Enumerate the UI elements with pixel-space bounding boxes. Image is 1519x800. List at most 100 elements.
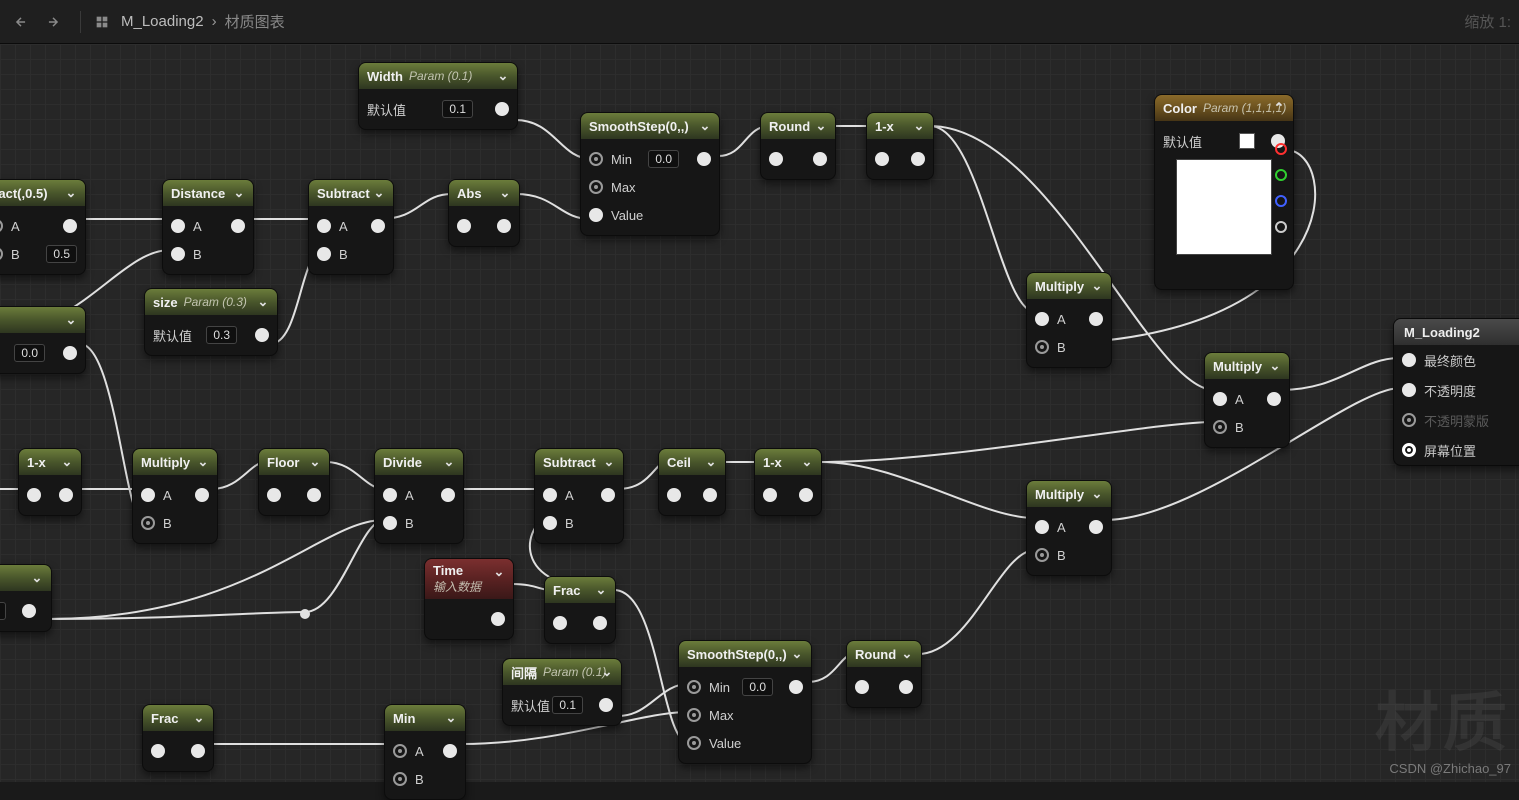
chevron-down-icon[interactable]: ⌄ [255, 294, 271, 310]
pin-out[interactable] [497, 219, 511, 233]
node-subtract-1[interactable]: Subtract⌄ A B [308, 179, 394, 275]
color-swatch[interactable] [1239, 133, 1255, 149]
pin-in[interactable] [553, 616, 567, 630]
pin-in-a[interactable] [1035, 520, 1049, 534]
pin-in-b[interactable] [393, 772, 407, 786]
node-tract[interactable]: tract(,0.5)⌄ A B0.5 [0, 179, 86, 275]
nav-forward-button[interactable] [40, 9, 66, 35]
node-interval-param[interactable]: 间隔Param (0.1)⌄ 默认值0.1 [502, 658, 622, 726]
chevron-down-icon[interactable]: ⌄ [63, 185, 79, 201]
pin-out[interactable] [191, 744, 205, 758]
chevron-down-icon[interactable]: ⌄ [1089, 278, 1105, 294]
pin-in[interactable] [763, 488, 777, 502]
chevron-down-icon[interactable]: ⌄ [231, 185, 247, 201]
value-field[interactable]: 0.1 [552, 696, 583, 714]
pin-out[interactable] [63, 219, 77, 233]
pin-out[interactable] [601, 488, 615, 502]
pin-in[interactable] [457, 219, 471, 233]
chevron-down-icon[interactable]: ⌄ [59, 454, 75, 470]
node-oneminus-2[interactable]: 1-x⌄ [18, 448, 82, 516]
color-preview[interactable] [1176, 159, 1272, 255]
breadcrumb[interactable]: M_Loading2 › 材质图表 [121, 11, 285, 32]
chevron-down-icon[interactable]: ⌄ [1267, 358, 1283, 374]
pin-out[interactable] [593, 616, 607, 630]
pin-in-min[interactable] [589, 152, 603, 166]
node-multiply-right[interactable]: Multiply⌄ A B [1204, 352, 1290, 448]
pin-out[interactable] [599, 698, 613, 712]
pin-in-opacity[interactable] [1402, 383, 1416, 397]
pin-in-a[interactable] [317, 219, 331, 233]
pin-in[interactable] [267, 488, 281, 502]
node-smoothstep-2[interactable]: SmoothStep(0,,)⌄ Min0.0 Max Value [678, 640, 812, 764]
node-abs[interactable]: Abs⌄ [448, 179, 520, 247]
chevron-up-icon[interactable]: ⌃ [1271, 100, 1287, 116]
pin-in-value[interactable] [687, 736, 701, 750]
chevron-down-icon[interactable]: ⌄ [441, 454, 457, 470]
pin-in[interactable] [27, 488, 41, 502]
node-multiply-mid[interactable]: Multiply⌄ A B [132, 448, 218, 544]
pin-in-a[interactable] [0, 219, 3, 233]
pin-in-b[interactable] [543, 516, 557, 530]
value-field[interactable]: 12.0 [0, 602, 6, 620]
pin-out[interactable] [22, 604, 36, 618]
pin-out[interactable] [1089, 312, 1103, 326]
chevron-down-icon[interactable]: ⌄ [703, 454, 719, 470]
pin-in-value[interactable] [589, 208, 603, 222]
pin-in-b[interactable] [141, 516, 155, 530]
pin-in-b[interactable] [1213, 420, 1227, 434]
pin-out[interactable] [899, 680, 913, 694]
pin-in-min[interactable] [687, 680, 701, 694]
chevron-down-icon[interactable]: ⌄ [899, 646, 915, 662]
pin-in-b[interactable] [317, 247, 331, 261]
node-divide[interactable]: Divide⌄ A B [374, 448, 464, 544]
pin-in-a[interactable] [383, 488, 397, 502]
node-frac[interactable]: Frac⌄ [544, 576, 616, 644]
nav-back-button[interactable] [8, 9, 34, 35]
pin-in-a[interactable] [393, 744, 407, 758]
pin-out[interactable] [59, 488, 73, 502]
node-color-param[interactable]: ColorParam (1,1,1,1)⌃ 默认值 [1154, 94, 1294, 290]
pin-out[interactable] [789, 680, 803, 694]
pin-in[interactable] [875, 152, 889, 166]
chevron-down-icon[interactable]: ⌄ [371, 185, 387, 201]
pin-out[interactable] [813, 152, 827, 166]
node-round-2[interactable]: Round⌄ [846, 640, 922, 708]
pin-out[interactable] [195, 488, 209, 502]
chevron-down-icon[interactable]: ⌄ [601, 454, 617, 470]
chevron-down-icon[interactable]: ⌄ [813, 118, 829, 134]
value-field[interactable]: 0.0 [648, 150, 679, 168]
pin-in[interactable] [151, 744, 165, 758]
pin-out[interactable] [799, 488, 813, 502]
chevron-down-icon[interactable]: ⌄ [29, 570, 45, 586]
chevron-down-icon[interactable]: ⌄ [491, 564, 507, 580]
chevron-down-icon[interactable]: ⌄ [307, 454, 323, 470]
value-field[interactable]: 0.1 [442, 100, 473, 118]
pin-out-b[interactable] [1275, 195, 1287, 207]
node-multiply-top[interactable]: Multiply⌄ A B [1026, 272, 1112, 368]
pin-in-screenpos[interactable] [1402, 443, 1416, 457]
node-ceil[interactable]: Ceil⌄ [658, 448, 726, 516]
pin-out[interactable] [1089, 520, 1103, 534]
pin-in-b[interactable] [171, 247, 185, 261]
pin-in-b[interactable] [1035, 548, 1049, 562]
pin-in-a[interactable] [141, 488, 155, 502]
value-field[interactable]: 0.5 [46, 245, 77, 263]
chevron-down-icon[interactable]: ⌄ [799, 454, 815, 470]
pin-out-g[interactable] [1275, 169, 1287, 181]
node-multiply-bottom[interactable]: Multiply⌄ A B [1026, 480, 1112, 576]
pin-in-max[interactable] [687, 708, 701, 722]
node-min[interactable]: Min⌄ A B [384, 704, 466, 800]
pin-in-a[interactable] [543, 488, 557, 502]
pin-in-b[interactable] [383, 516, 397, 530]
pin-in-opacitymask[interactable] [1402, 413, 1416, 427]
chevron-down-icon[interactable]: ⌄ [191, 710, 207, 726]
pin-in[interactable] [667, 488, 681, 502]
chevron-down-icon[interactable]: ⌄ [697, 118, 713, 134]
node-param-left[interactable]: ⌄ 值0.0 [0, 306, 86, 374]
pin-in-a[interactable] [1035, 312, 1049, 326]
chevron-down-icon[interactable]: ⌄ [195, 454, 211, 470]
chevron-down-icon[interactable]: ⌄ [495, 68, 511, 84]
chevron-down-icon[interactable]: ⌄ [63, 312, 79, 328]
chevron-down-icon[interactable]: ⌄ [497, 185, 513, 201]
node-material-result[interactable]: M_Loading2 最终颜色 不透明度 不透明蒙版 屏幕位置 [1393, 318, 1519, 466]
